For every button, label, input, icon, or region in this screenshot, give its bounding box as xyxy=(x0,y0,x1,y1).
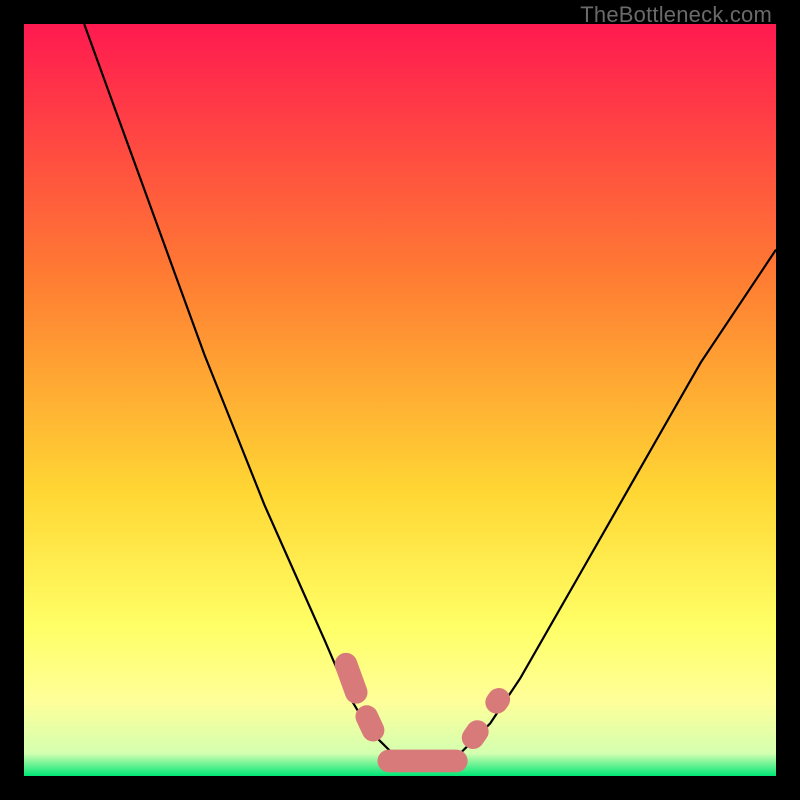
bottleneck-chart xyxy=(24,24,776,776)
watermark-label: TheBottleneck.com xyxy=(580,2,772,28)
chart-background xyxy=(24,24,776,776)
marker-pill-bottom xyxy=(377,750,467,773)
chart-frame xyxy=(24,24,776,776)
